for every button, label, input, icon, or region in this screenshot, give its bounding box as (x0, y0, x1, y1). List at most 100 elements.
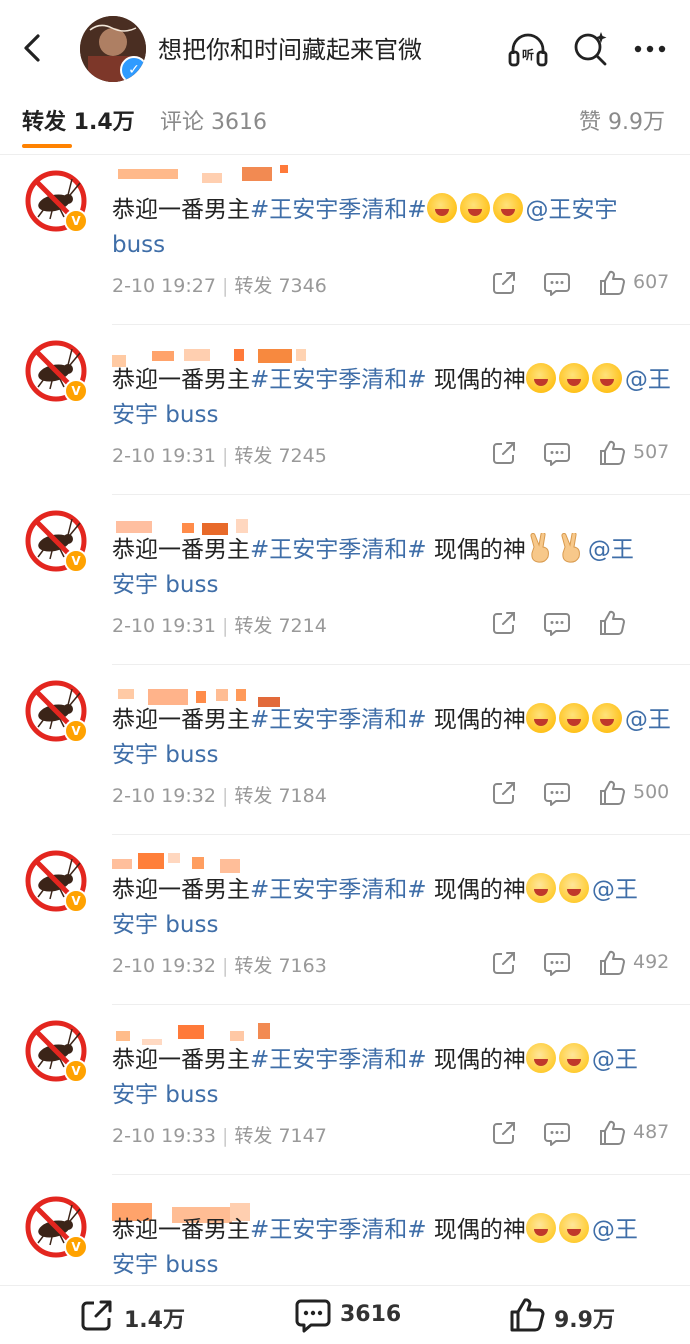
share-icon[interactable] (490, 439, 518, 467)
repost-meta: 2-10 19:27 | 转发 7346 (112, 271, 327, 298)
comment-icon[interactable] (543, 1119, 571, 1147)
repost-item[interactable]: V 恭迎一番男主#王安宇季清和# 现偶的神@王安宇 buss 2-10 19:3… (0, 495, 690, 665)
hashtag-link[interactable]: #王安宇季清和# (250, 707, 427, 733)
orange-verified-badge-icon: V (64, 209, 88, 233)
account-avatar[interactable]: ✓ (80, 16, 146, 82)
blurred-username[interactable] (112, 1185, 292, 1223)
mention-link[interactable]: @王 (592, 1047, 638, 1073)
share-icon[interactable] (490, 779, 518, 807)
text-suffix: 现偶的神 (426, 367, 526, 393)
hashtag-link[interactable]: #王安宇季清和# (250, 367, 427, 393)
blurred-username-block (258, 1023, 270, 1039)
meta-separator: | (221, 445, 235, 467)
more-options-icon[interactable] (627, 26, 673, 72)
bottom-action-bar: 1.4万 3616 9.9万 (0, 1285, 690, 1344)
repost-item[interactable]: V 恭迎一番男主#王安宇季清和# 现偶的神 @王 安宇 buss (0, 1175, 690, 1285)
mention-link-continued[interactable]: 安宇 buss (112, 572, 218, 598)
repost-item[interactable]: V 恭迎一番男主#王安宇季清和# 现偶的神@王安宇 buss 2-10 19:3… (0, 835, 690, 1005)
hashtag-link[interactable]: #王安宇季清和# (250, 1047, 427, 1073)
blurred-username-block (138, 853, 164, 869)
hashtag-link[interactable]: #王安宇季清和# (250, 1217, 427, 1243)
account-name[interactable]: 想把你和时间藏起来官微 (158, 30, 422, 65)
item-like-count: 500 (633, 781, 670, 803)
user-avatar[interactable]: V (24, 1019, 88, 1083)
victory-hand-emoji-icon (557, 532, 585, 563)
repost-item[interactable]: V 恭迎一番男主#王安宇季清和# 现偶的神@王安宇 buss 2-10 19:3… (0, 665, 690, 835)
tab-reposts[interactable]: 转发 1.4万 (22, 104, 135, 136)
laughing-tears-emoji-icon (492, 193, 523, 223)
top-nav-bar: ✓ 想把你和时间藏起来官微 听 (0, 0, 690, 98)
mention-link-continued[interactable]: buss (112, 232, 165, 258)
blurred-username-block (258, 349, 292, 363)
laughing-tears-emoji-icon (459, 193, 490, 223)
headphone-listen-icon[interactable]: 听 (505, 26, 551, 72)
thumbs-up-icon[interactable] (598, 609, 626, 637)
mention-link[interactable]: @王 (588, 537, 634, 563)
blurred-username-block (216, 689, 228, 701)
comment-icon[interactable] (543, 439, 571, 467)
svg-text:听: 听 (522, 47, 534, 62)
blurred-username[interactable] (112, 675, 292, 707)
blurred-username-block (112, 859, 132, 869)
mention-link[interactable]: @王 (592, 1217, 638, 1243)
blurred-username-block (152, 351, 174, 361)
repost-text: 恭迎一番男主#王安宇季清和# 现偶的神 @王安宇 buss (112, 1043, 672, 1113)
text-prefix: 恭迎一番男主 (112, 1047, 250, 1073)
tab-comments[interactable]: 评论 3616 (160, 104, 267, 136)
orange-verified-badge-icon: V (64, 1059, 88, 1083)
share-icon[interactable] (490, 269, 518, 297)
thumbs-up-icon[interactable] (598, 779, 626, 807)
mention-link-continued[interactable]: 安宇 buss (112, 912, 218, 938)
blurred-username-block (234, 349, 244, 361)
share-icon[interactable] (490, 1119, 518, 1147)
text-suffix: 现偶的神 (426, 877, 526, 903)
repost-item[interactable]: V 恭迎一番男主#王安宇季清和# 现偶的神@王安宇 buss 2-10 19:3… (0, 1005, 690, 1175)
share-icon (81, 1300, 112, 1331)
victory-hand-emoji-icon (526, 532, 554, 563)
repost-list[interactable]: V 恭迎一番男主#王安宇季清和# @王安宇 buss 2-10 19:27 | 转发… (0, 155, 690, 1285)
mention-link-continued[interactable]: 安宇 buss (112, 1252, 218, 1278)
comment-icon[interactable] (543, 949, 571, 977)
share-icon[interactable] (490, 949, 518, 977)
tab-likes[interactable]: 赞 9.9万 (579, 104, 665, 136)
text-prefix: 恭迎一番男主 (112, 1217, 250, 1243)
hashtag-link[interactable]: #王安宇季清和# (250, 537, 427, 563)
mention-link[interactable]: @王 (592, 877, 638, 903)
mention-link[interactable]: @王安宇 (526, 197, 618, 223)
thumbs-up-icon[interactable] (598, 949, 626, 977)
user-avatar[interactable]: V (24, 339, 88, 403)
comment-icon[interactable] (543, 609, 571, 637)
blurred-username[interactable] (112, 335, 306, 367)
hashtag-link[interactable]: #王安宇季清和# (250, 197, 427, 223)
blurred-username-block (118, 169, 178, 179)
user-avatar[interactable]: V (24, 679, 88, 743)
user-avatar[interactable]: V (24, 1195, 88, 1259)
user-avatar[interactable]: V (24, 509, 88, 573)
repost-count-label: 转发 7147 (234, 1125, 327, 1147)
blurred-username[interactable] (112, 165, 292, 191)
hashtag-link[interactable]: #王安宇季清和# (250, 877, 427, 903)
comment-icon[interactable] (543, 269, 571, 297)
blurred-username[interactable] (112, 1015, 292, 1045)
user-avatar[interactable]: V (24, 169, 88, 233)
user-avatar[interactable]: V (24, 849, 88, 913)
item-like-count: 607 (633, 271, 670, 293)
search-icon[interactable] (568, 26, 614, 72)
laughing-tears-emoji-icon (591, 363, 622, 393)
thumbs-up-icon[interactable] (598, 1119, 626, 1147)
blurred-username-block (220, 859, 240, 873)
comment-icon[interactable] (543, 779, 571, 807)
heart-eyes-emoji-icon (525, 873, 556, 903)
thumbs-up-icon[interactable] (598, 439, 626, 467)
blurred-username[interactable] (112, 505, 292, 535)
share-icon[interactable] (490, 609, 518, 637)
blurred-username-block (296, 349, 306, 361)
item-like-count: 487 (633, 1121, 670, 1143)
item-like-count: 507 (633, 441, 670, 463)
mention-link-continued[interactable]: 安宇 buss (112, 1082, 218, 1108)
blurred-username[interactable] (112, 845, 292, 873)
thumbs-up-icon[interactable] (598, 269, 626, 297)
repost-item[interactable]: V 恭迎一番男主#王安宇季清和# @王安宇 buss 2-10 19:27 | 转发… (0, 155, 690, 325)
back-arrow-icon[interactable] (14, 28, 54, 68)
repost-item[interactable]: V 恭迎一番男主#王安宇季清和# 现偶的神@王安宇 buss 2-10 19:3… (0, 325, 690, 495)
